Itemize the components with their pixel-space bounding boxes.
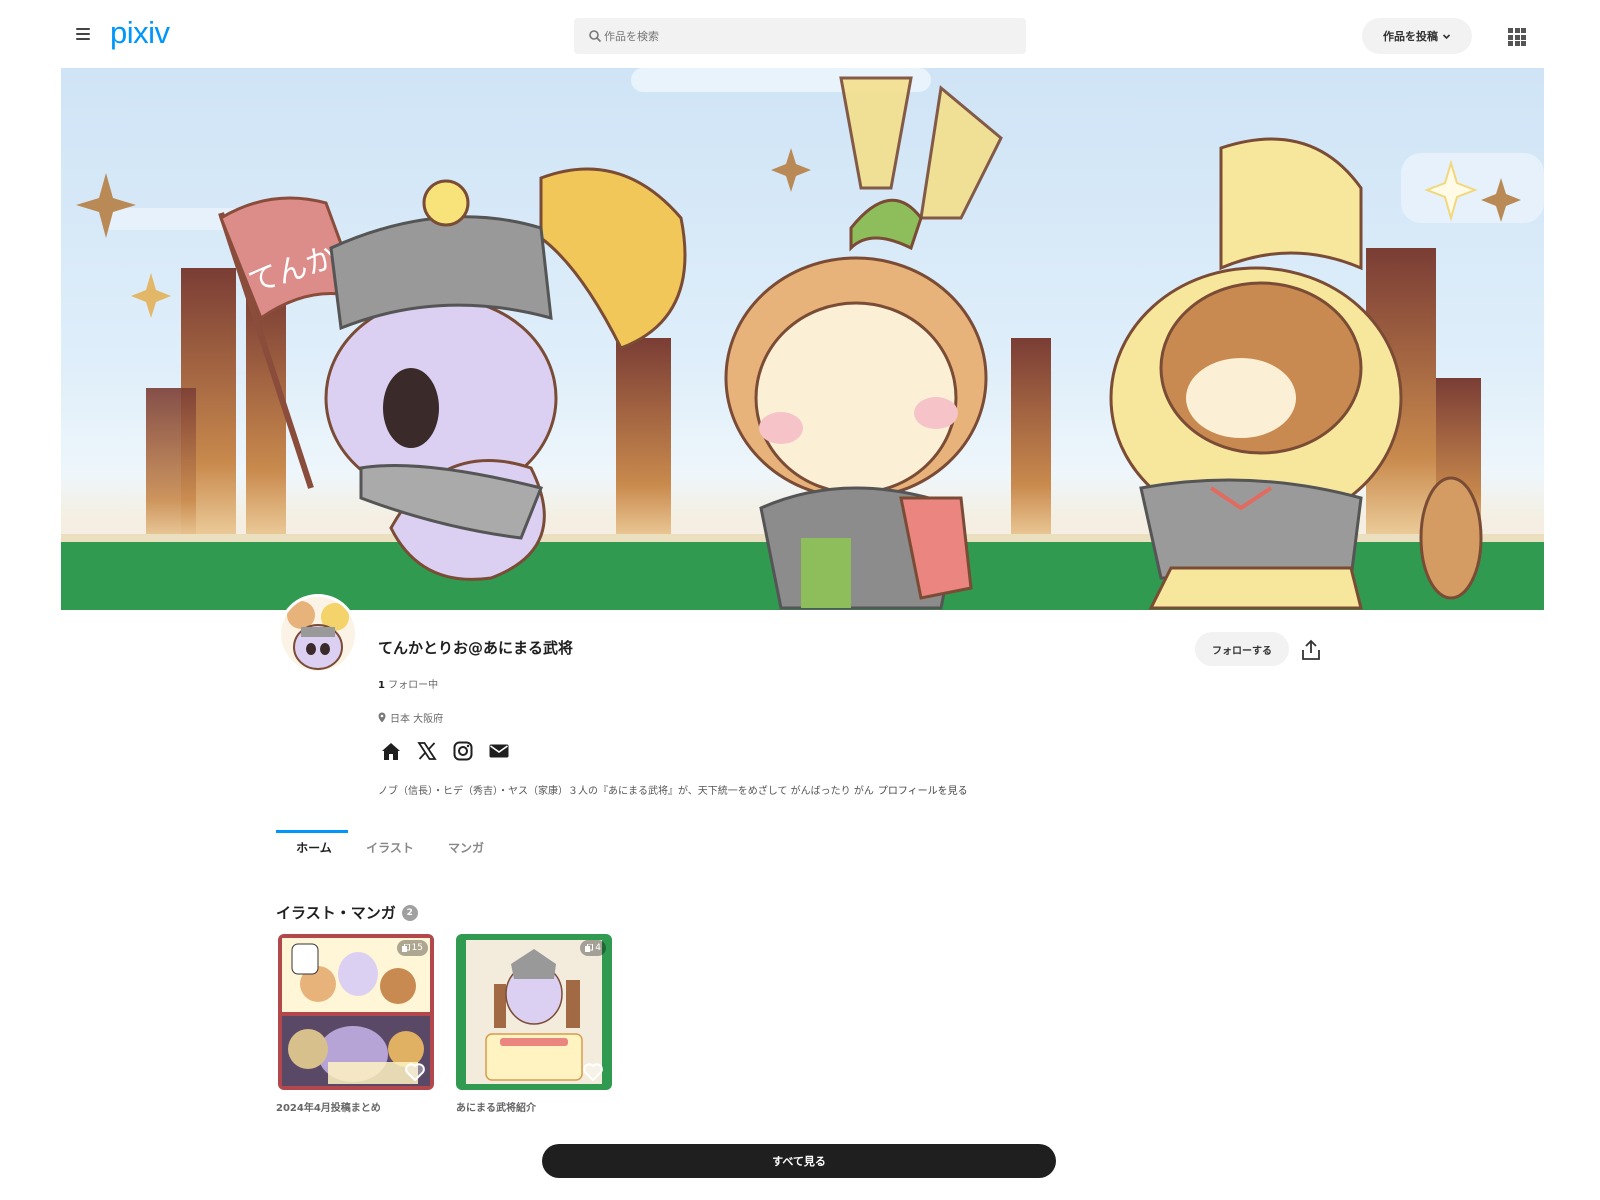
post-work-button[interactable]: 作品を投稿 [1362,18,1472,54]
works-count-badge: 2 [401,904,418,921]
profile-name: てんかとりお@あにまる武将 [378,639,574,657]
cover-illustration: てんか [61,68,1544,610]
tab-home[interactable]: ホーム [276,830,352,864]
avatar-image [281,597,355,671]
see-all-button[interactable]: すべて見る [542,1144,1056,1178]
avatar[interactable] [278,594,358,674]
mail-icon[interactable] [488,740,510,762]
follow-button[interactable]: フォローする [1195,632,1289,666]
search-input[interactable] [604,18,1014,54]
section-title-text: イラスト・マンガ [276,904,396,922]
page-count: 15 [411,943,423,953]
post-work-label: 作品を投稿 [1383,30,1438,43]
page-count-badge: 4 [580,940,606,956]
view-profile-link[interactable]: プロフィールを見る [878,786,968,797]
profile-bio: ノブ（信長）・ヒデ（秀吉）・ヤス（家康）３人の『あにまる武将』が、天下統一をめざ… [378,782,968,797]
menu-icon[interactable] [76,28,90,40]
bio-text: ノブ（信長）・ヒデ（秀吉）・ヤス（家康）３人の『あにまる武将』が、天下統一をめざ… [378,786,874,797]
page-count: 4 [595,943,601,953]
location: 日本 大阪府 [378,710,443,725]
cover-image: てんか [61,68,1544,610]
tab-manga[interactable]: マンガ [428,830,504,864]
work-title-1[interactable]: 2024年4月投稿まとめ [276,1099,381,1114]
instagram-icon[interactable] [452,740,474,762]
page-count-badge: 15 [396,940,428,956]
work-title-2[interactable]: あにまる武将紹介 [456,1099,536,1114]
tab-illust[interactable]: イラスト [352,830,428,864]
location-text: 日本 大阪府 [390,714,444,725]
search-icon [589,30,602,43]
chevron-down-icon [1442,33,1451,39]
share-icon[interactable] [1300,638,1322,662]
apps-grid-icon[interactable] [1508,28,1526,46]
pixiv-logo[interactable]: pixiv [110,15,170,51]
pages-icon [585,944,594,952]
work-card-1[interactable]: 15 [278,934,434,1090]
location-pin-icon [378,712,386,723]
pages-icon [401,944,410,952]
following-label: フォロー中 [388,680,439,691]
x-icon[interactable] [416,740,438,762]
heart-icon[interactable] [582,1062,604,1082]
search-bar[interactable] [574,18,1026,54]
section-title: イラスト・マンガ 2 [276,902,418,923]
profile-tabs: ホーム イラスト マンガ [276,830,504,864]
social-links [380,740,510,762]
work-card-2[interactable]: 4 [456,934,612,1090]
top-navbar: pixiv 作品を投稿 [0,0,1600,68]
heart-icon[interactable] [404,1062,426,1082]
home-icon[interactable] [380,740,402,762]
following-number: 1 [378,680,385,691]
following-count[interactable]: 1 フォロー中 [378,676,438,691]
